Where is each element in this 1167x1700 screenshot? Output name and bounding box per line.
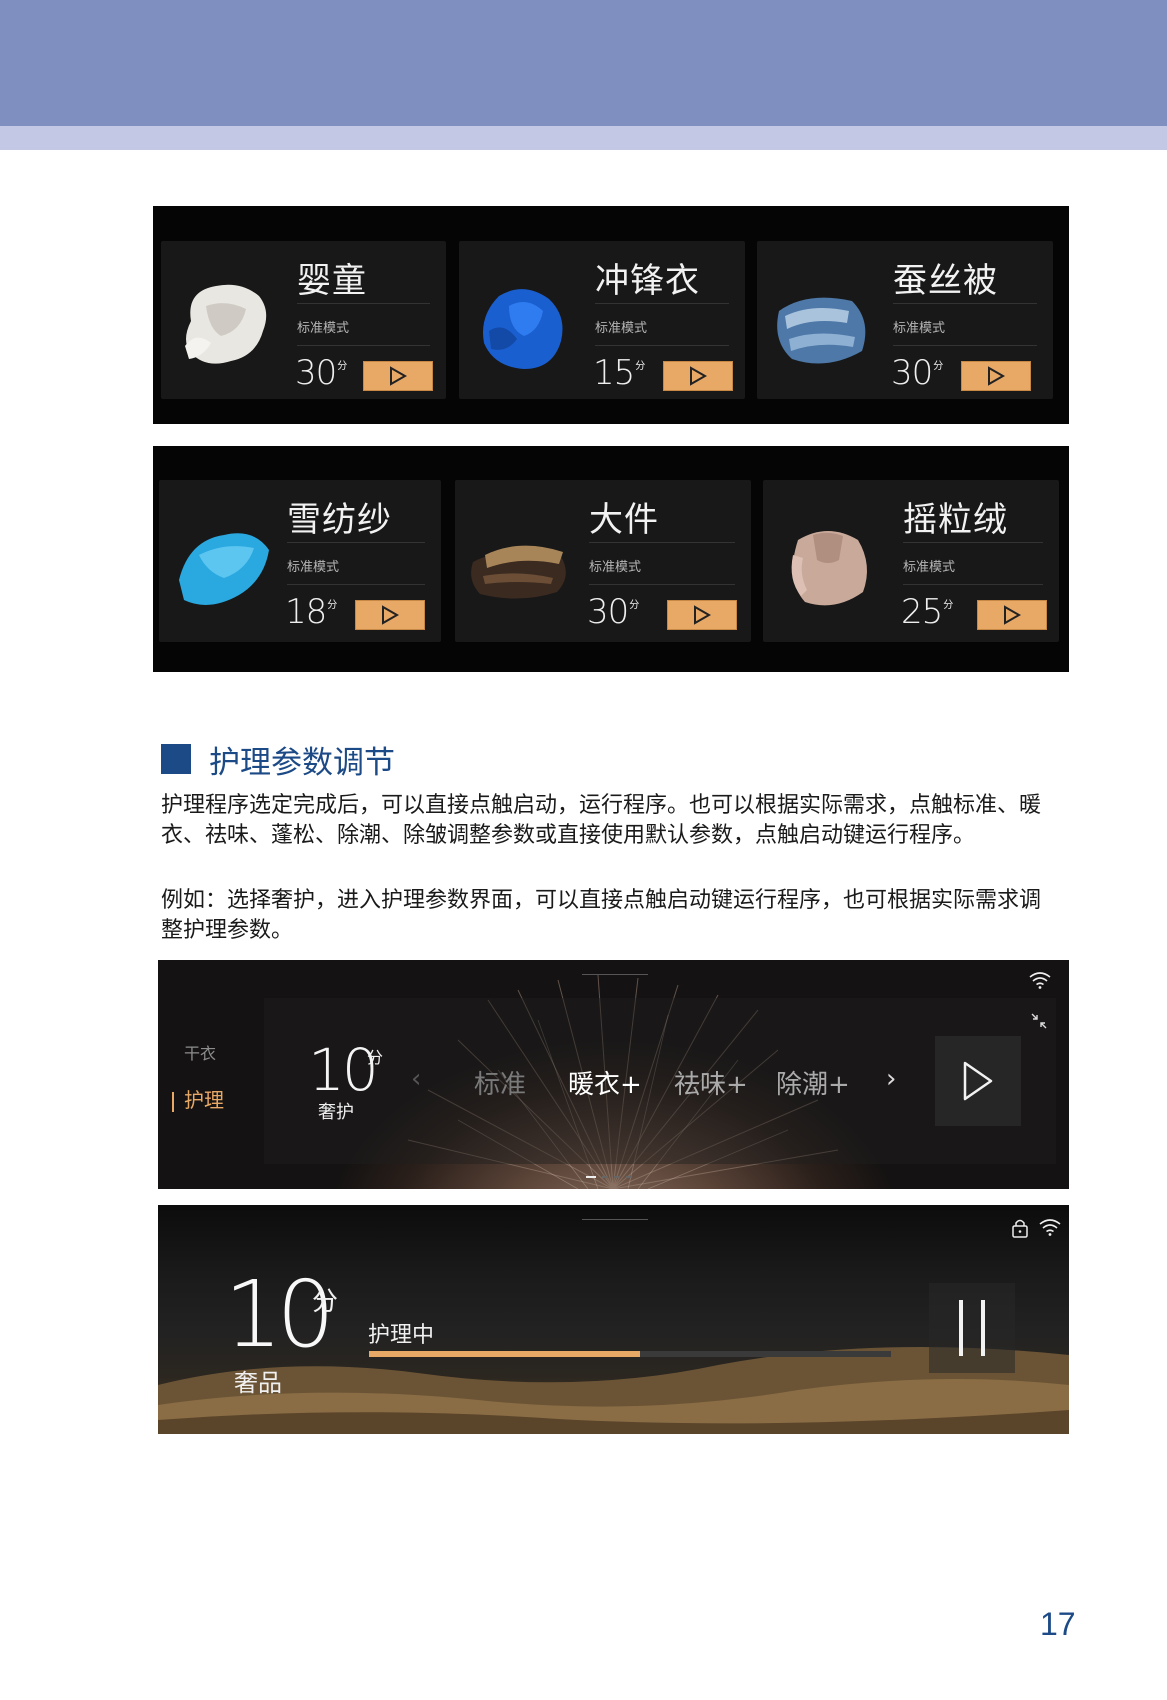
divider — [287, 584, 425, 585]
program-card[interactable]: 婴童 标准模式 30分 — [161, 241, 446, 399]
program-card[interactable]: 大件 标准模式 30分 — [455, 480, 751, 642]
program-mode: 标准模式 — [903, 560, 956, 575]
program-time: 15分 — [593, 353, 645, 393]
start-button[interactable] — [363, 361, 433, 391]
play-icon — [390, 366, 407, 386]
program-name: 雪纺纱 — [287, 500, 392, 540]
shrink-icon[interactable] — [1030, 1012, 1048, 1030]
care-parameter-screen: 干衣 护理 10 分 奢护 ‹ 标准 暖衣+ 祛味+ 除潮+ › — [158, 960, 1069, 1189]
program-name: 婴童 — [297, 261, 367, 301]
heading-square-icon — [161, 744, 191, 774]
divider — [287, 542, 425, 543]
running-screen: 10 分 奢品 护理中 — [158, 1205, 1069, 1434]
option-dehumidify[interactable]: 除潮+ — [776, 1064, 850, 1101]
play-icon — [988, 366, 1005, 386]
option-deodorize[interactable]: 祛味+ — [674, 1064, 748, 1101]
program-mode: 标准模式 — [287, 560, 340, 575]
start-button[interactable] — [663, 361, 733, 391]
program-card[interactable]: 冲锋衣 标准模式 15分 — [459, 241, 745, 399]
divider — [903, 584, 1043, 585]
option-standard[interactable]: 标准 — [474, 1064, 526, 1101]
status-text: 护理中 — [368, 1323, 435, 1348]
play-icon — [382, 605, 399, 625]
pause-icon — [981, 1300, 985, 1356]
divider — [903, 542, 1043, 543]
section-heading: 护理参数调节 — [161, 741, 395, 781]
divider — [595, 303, 729, 304]
program-time: 30分 — [295, 353, 347, 393]
program-panel-1: 婴童 标准模式 30分 冲锋衣 标准模式 15分 蚕丝被 标准模式 30分 — [153, 206, 1069, 424]
play-icon — [690, 366, 707, 386]
page-indicator — [586, 1176, 632, 1178]
program-name: 冲锋衣 — [595, 261, 700, 301]
garment-quilt-image — [767, 261, 877, 381]
section-title: 护理参数调节 — [209, 744, 395, 781]
start-button[interactable] — [355, 600, 425, 630]
program-time: 18分 — [285, 592, 337, 632]
program-card[interactable]: 摇粒绒 标准模式 25分 — [763, 480, 1059, 642]
page-number: 17 — [1040, 1606, 1076, 1642]
divider — [595, 345, 729, 346]
start-button[interactable] — [935, 1036, 1021, 1126]
program-label: 奢品 — [234, 1369, 282, 1397]
program-mode: 标准模式 — [893, 321, 946, 336]
progress-fill — [369, 1351, 641, 1357]
garment-bulky-image — [465, 500, 575, 620]
play-icon — [694, 605, 711, 625]
paragraph: 护理程序选定完成后，可以直接点触启动，运行程序。也可以根据实际需求，点触标准、暖… — [161, 793, 1042, 848]
garment-blue-image — [469, 261, 579, 381]
play-icon — [1004, 605, 1021, 625]
program-label: 奢护 — [318, 1102, 354, 1123]
program-time: 30分 — [891, 353, 943, 393]
program-card[interactable]: 雪纺纱 标准模式 18分 — [159, 480, 441, 642]
play-icon — [963, 1061, 993, 1101]
progress-bar — [369, 1351, 891, 1357]
selected-indicator — [172, 1091, 174, 1112]
divider — [893, 303, 1037, 304]
program-time: 30分 — [587, 592, 639, 632]
divider — [297, 303, 430, 304]
top-handle — [582, 974, 648, 975]
side-item-dry[interactable]: 干衣 — [184, 1040, 216, 1064]
wifi-icon — [1029, 972, 1051, 989]
header-strip — [0, 126, 1167, 150]
chevron-right-icon[interactable]: › — [886, 1064, 896, 1094]
program-mode: 标准模式 — [297, 321, 350, 336]
time-value: 10 — [308, 1036, 379, 1104]
header-band — [0, 0, 1167, 126]
program-card[interactable]: 蚕丝被 标准模式 30分 — [757, 241, 1053, 399]
program-name: 蚕丝被 — [893, 261, 998, 301]
start-button[interactable] — [667, 600, 737, 630]
program-name: 摇粒绒 — [903, 500, 1008, 540]
paragraph: 例如：选择奢护，进入护理参数界面，可以直接点触启动键运行程序，也可根据实际需求调… — [161, 888, 1042, 943]
garment-fleece-image — [773, 500, 883, 620]
divider — [297, 345, 430, 346]
divider — [589, 584, 735, 585]
program-mode: 标准模式 — [589, 560, 642, 575]
program-panel-2: 雪纺纱 标准模式 18分 大件 标准模式 30分 摇粒绒 标准模式 25分 — [153, 446, 1069, 672]
divider — [893, 345, 1037, 346]
program-name: 大件 — [589, 500, 659, 540]
time-unit: 分 — [312, 1287, 339, 1317]
pause-icon — [959, 1300, 963, 1356]
side-item-care[interactable]: 护理 — [172, 1084, 224, 1113]
start-button[interactable] — [977, 600, 1047, 630]
garment-chiffon-image — [169, 500, 279, 620]
top-handle — [582, 1219, 648, 1220]
garment-white-image — [171, 261, 281, 381]
chevron-left-icon[interactable]: ‹ — [411, 1064, 421, 1094]
divider — [589, 542, 735, 543]
program-time: 25分 — [901, 592, 953, 632]
program-mode: 标准模式 — [595, 321, 648, 336]
lock-icon — [1012, 1219, 1028, 1238]
time-unit: 分 — [367, 1048, 384, 1067]
option-warm[interactable]: 暖衣+ — [568, 1064, 642, 1101]
wifi-icon — [1039, 1219, 1061, 1236]
pause-button[interactable] — [929, 1283, 1015, 1373]
start-button[interactable] — [961, 361, 1031, 391]
